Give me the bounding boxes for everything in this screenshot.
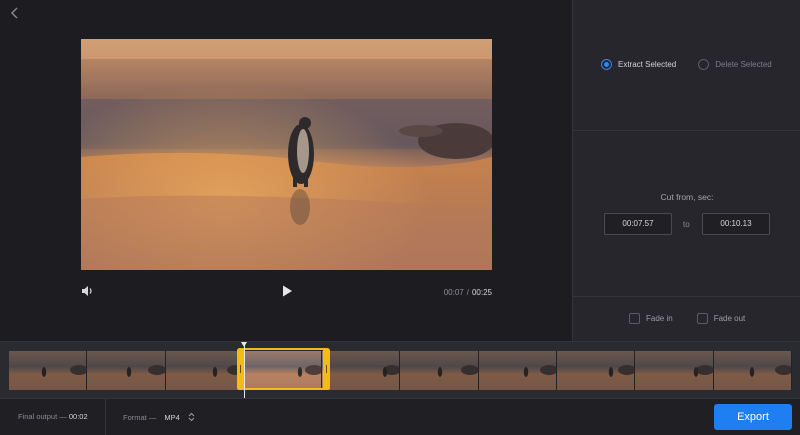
checkbox-label: Fade out [713, 314, 746, 323]
radio-label: Extract Selected [618, 60, 677, 69]
video-frame-image [81, 39, 492, 270]
unselected-region-right [330, 351, 792, 390]
play-button[interactable] [280, 284, 294, 298]
back-button[interactable] [8, 6, 22, 20]
radio-checked-icon [601, 59, 612, 70]
final-output-value: 00:02 [68, 412, 88, 421]
selection-end-handle[interactable] [323, 348, 330, 390]
cut-start-input[interactable]: 00:07.57 [604, 213, 672, 235]
preview-area: 00:07/00:25 [0, 0, 572, 341]
duration: 00:25 [471, 288, 492, 297]
mode-section: Extract Selected Delete Selected [573, 0, 800, 131]
volume-button[interactable] [80, 284, 94, 298]
chevron-left-icon [11, 7, 18, 19]
settings-panel: Extract Selected Delete Selected Cut fro… [572, 0, 800, 341]
checkbox-icon [629, 313, 640, 324]
play-icon [283, 285, 292, 297]
time-separator: / [466, 288, 469, 297]
footer-bar: Final output — 00:02 Format — MP4 Export [0, 398, 800, 435]
radio-delete-selected[interactable]: Delete Selected [698, 59, 772, 70]
format-label: Format — [123, 412, 157, 422]
to-label: to [683, 220, 690, 229]
fade-options: Fade in Fade out [629, 313, 745, 324]
cut-end-input[interactable]: 00:10.13 [702, 213, 770, 235]
current-time: 00:07 [443, 288, 464, 297]
timeline[interactable] [0, 341, 800, 398]
fade-out-checkbox[interactable]: Fade out [696, 313, 746, 324]
final-output-label: Final output — [18, 412, 67, 421]
final-output: Final output — 00:02 [18, 412, 88, 421]
selection-range[interactable] [237, 348, 330, 390]
unselected-region-left [9, 351, 237, 390]
format-selector[interactable]: Format — MP4 [123, 412, 195, 422]
video-preview[interactable] [81, 39, 492, 270]
playhead[interactable] [241, 342, 247, 398]
footer-divider [105, 399, 106, 435]
radio-unchecked-icon [698, 59, 710, 70]
export-button[interactable]: Export [714, 404, 792, 430]
volume-icon [82, 286, 92, 296]
playback-time: 00:07/00:25 [444, 288, 492, 297]
radio-label: Delete Selected [715, 60, 772, 69]
cut-from-label: Cut from, sec: [660, 192, 714, 202]
fade-in-checkbox[interactable]: Fade in [629, 313, 673, 324]
up-down-arrows-icon [188, 412, 195, 422]
checkbox-label: Fade in [646, 314, 673, 323]
selection-start-handle[interactable] [237, 348, 244, 390]
radio-extract-selected[interactable]: Extract Selected [601, 59, 676, 70]
checkbox-icon [696, 313, 708, 324]
mode-radio-group: Extract Selected Delete Selected [601, 59, 772, 70]
format-value: MP4 [164, 412, 180, 422]
app-root: 00:07/00:25 Extract Selected Delete Sele… [0, 0, 800, 435]
